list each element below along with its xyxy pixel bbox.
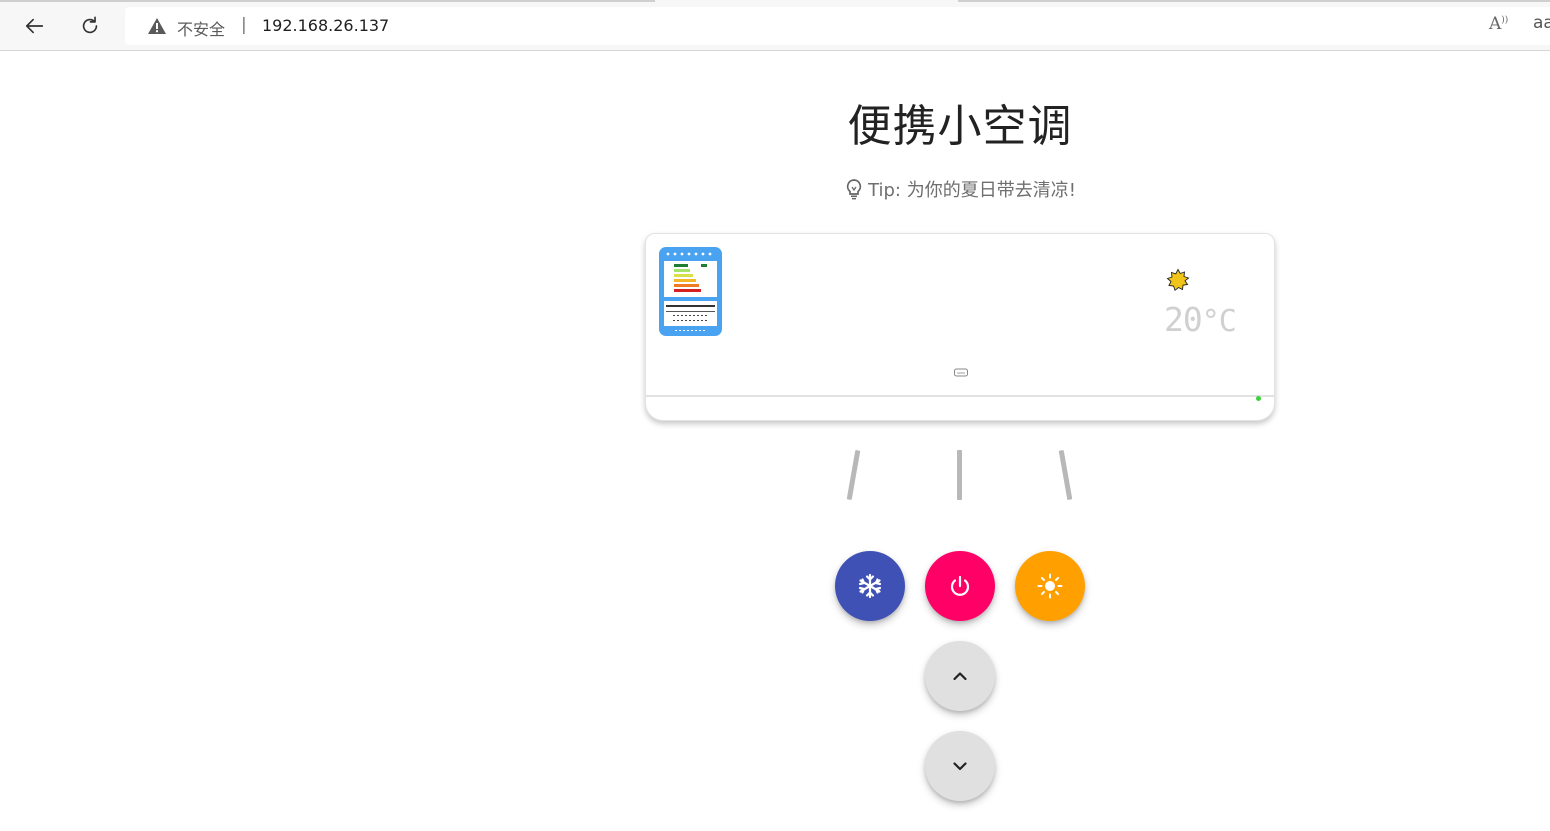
browser-toolbar: 不安全 | 192.168.26.137 A)) aa <box>0 0 1550 51</box>
url-text[interactable]: 192.168.26.137 <box>262 16 389 35</box>
power-icon <box>950 575 970 596</box>
power-button[interactable] <box>925 551 995 621</box>
airflow-line-right <box>1058 449 1073 501</box>
read-aloud-button[interactable]: A)) <box>1489 14 1508 34</box>
temperature-up-button[interactable] <box>925 641 995 711</box>
tab-strip-edge <box>0 0 655 2</box>
read-aloud-sup: )) <box>1501 15 1509 26</box>
airflow-line-left <box>846 449 861 501</box>
cool-mode-button[interactable] <box>835 551 905 621</box>
warning-icon <box>148 18 166 34</box>
arrow-left-icon <box>25 18 44 34</box>
power-led <box>1256 396 1261 401</box>
page-title: 便携小空调 <box>847 101 1073 152</box>
lightbulb-icon <box>846 179 862 200</box>
airflow-line-center <box>957 450 962 500</box>
temperature-value: 20 <box>1164 300 1203 339</box>
heat-mode-button[interactable] <box>1015 551 1085 621</box>
read-aloud-icon: A <box>1489 14 1502 34</box>
back-button[interactable] <box>17 8 53 44</box>
address-separator: | <box>241 15 247 35</box>
air-conditioner-unit: 20°C <box>645 233 1275 421</box>
address-bar[interactable]: 不安全 | 192.168.26.137 <box>125 7 1550 45</box>
refresh-icon <box>82 16 98 34</box>
snowflake-icon <box>858 573 882 599</box>
chevron-up-icon <box>953 672 967 681</box>
refresh-button[interactable] <box>72 8 108 44</box>
temperature-unit: °C <box>1201 304 1237 339</box>
sun-icon <box>1037 573 1063 599</box>
tip-line: Tip: 为你的夏日带去清凉! <box>0 176 1550 202</box>
temperature-down-button[interactable] <box>925 731 995 801</box>
tab-strip-edge <box>958 0 1550 2</box>
chevron-down-icon <box>953 762 967 771</box>
temperature-display: 20°C <box>1164 300 1237 339</box>
text-size-button[interactable]: aa <box>1533 13 1550 33</box>
energy-label-icon <box>659 247 722 336</box>
security-label[interactable]: 不安全 <box>177 16 225 40</box>
ac-status-icon <box>954 368 968 377</box>
tip-text: Tip: 为你的夏日带去清凉! <box>868 180 1076 201</box>
sun-mode-icon <box>1166 268 1190 292</box>
ac-vent-line <box>646 395 1274 397</box>
